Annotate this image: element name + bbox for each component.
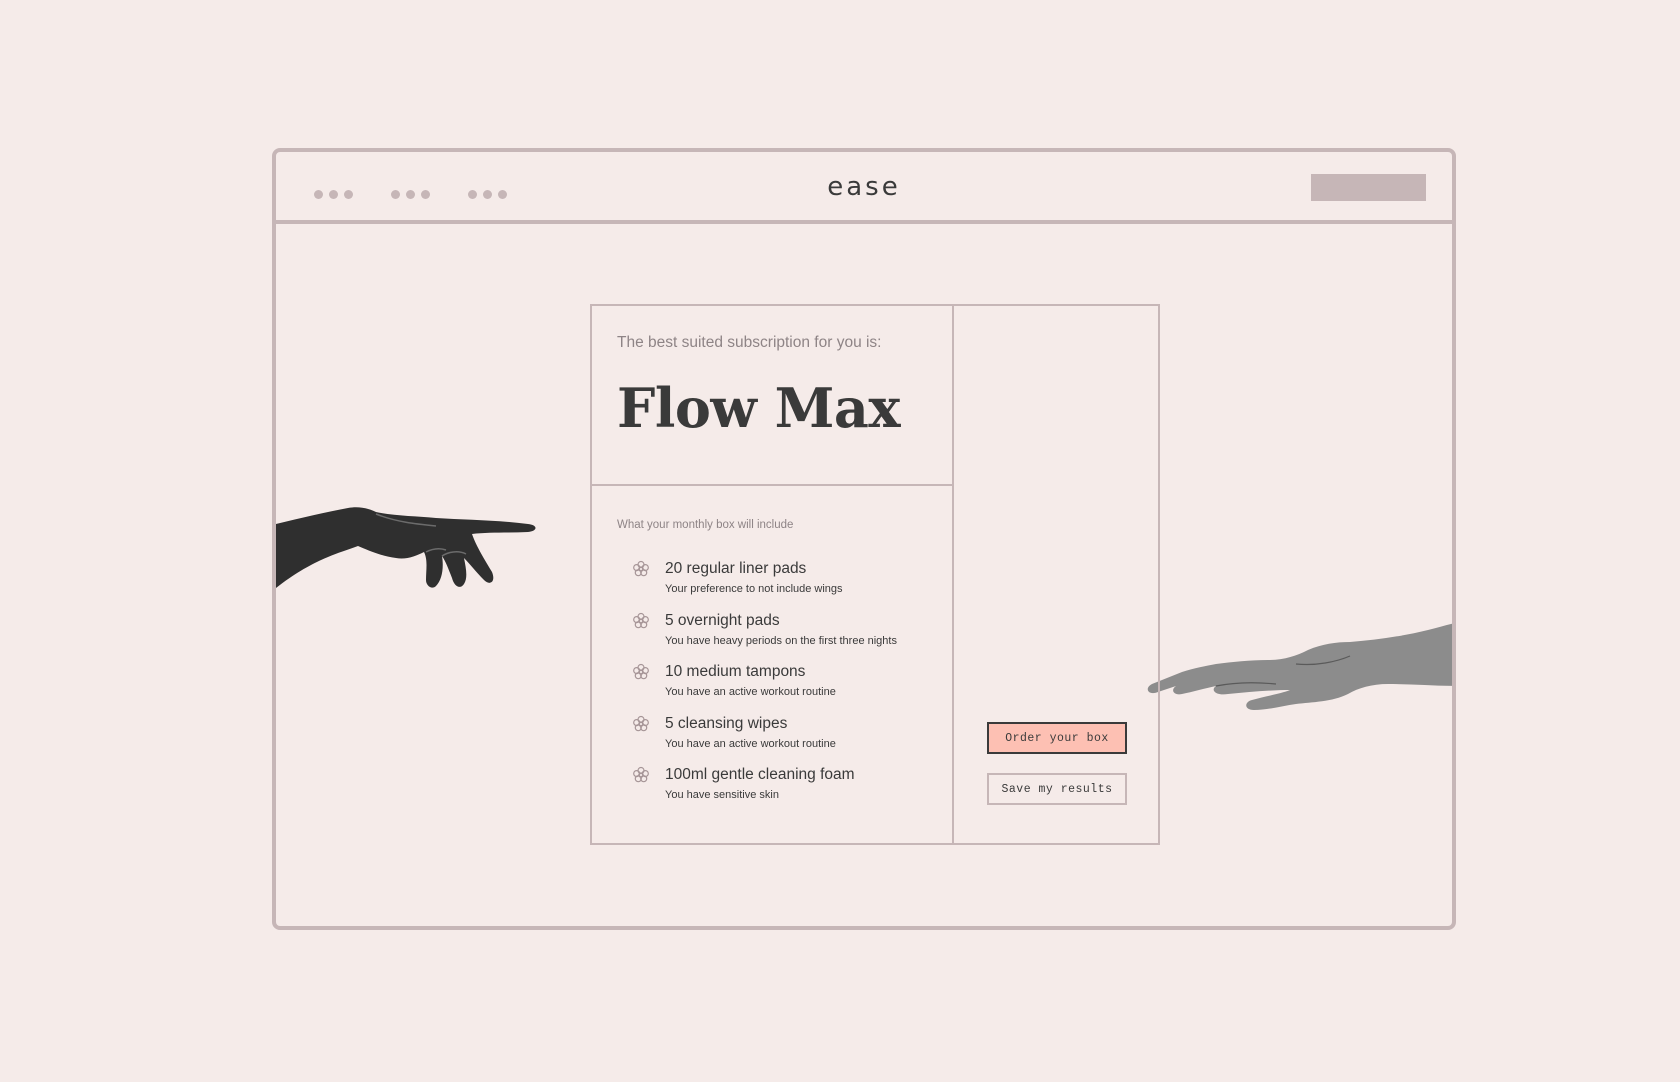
result-subtitle: The best suited subscription for you is:	[617, 334, 882, 351]
result-header: The best suited subscription for you is:…	[592, 306, 952, 486]
flower-icon	[633, 612, 649, 628]
box-contents-list: 20 regular liner pads Your preference to…	[632, 560, 942, 818]
box-contents-heading: What your monthly box will include	[617, 519, 794, 531]
flower-icon	[633, 560, 649, 577]
flower-icon	[633, 766, 649, 783]
top-bar: ease	[276, 152, 1452, 224]
logo[interactable]: ease	[276, 172, 1452, 202]
header-action-button[interactable]	[1311, 174, 1426, 201]
browser-frame: ease The best suited subscription for yo…	[272, 148, 1456, 930]
item-reason: You have sensitive skin	[665, 789, 779, 801]
list-item: 5 overnight pads You have heavy periods …	[632, 612, 942, 664]
hand-shape	[1147, 623, 1452, 710]
item-title: 10 medium tampons	[665, 663, 806, 680]
reaching-hand-right-image	[1147, 623, 1452, 710]
list-item: 10 medium tampons You have an active wor…	[632, 663, 942, 715]
flower-icon	[633, 663, 649, 680]
item-title: 5 overnight pads	[665, 611, 780, 629]
list-item: 20 regular liner pads Your preference to…	[632, 560, 942, 612]
result-actions: Order your box Save my results	[954, 306, 1158, 843]
result-details: The best suited subscription for you is:…	[592, 306, 954, 843]
hand-shape	[276, 507, 536, 588]
list-item: 5 cleansing wipes You have an active wor…	[632, 715, 942, 767]
item-reason: You have heavy periods on the first thre…	[665, 634, 897, 647]
plan-name: Flow Max	[617, 376, 901, 440]
result-card: The best suited subscription for you is:…	[590, 304, 1160, 845]
pointing-hand-left-image	[276, 507, 536, 588]
item-title: 100ml gentle cleaning foam	[665, 766, 855, 783]
item-reason: You have an active workout routine	[665, 737, 836, 750]
item-title: 20 regular liner pads	[665, 560, 807, 577]
save-results-button[interactable]: Save my results	[987, 773, 1127, 805]
flower-icon	[633, 715, 649, 731]
list-item: 100ml gentle cleaning foam You have sens…	[632, 766, 942, 818]
item-reason: You have an active workout routine	[665, 686, 836, 698]
item-reason: Your preference to not include wings	[665, 583, 843, 595]
order-box-button[interactable]: Order your box	[987, 722, 1127, 754]
item-title: 5 cleansing wipes	[665, 714, 788, 732]
